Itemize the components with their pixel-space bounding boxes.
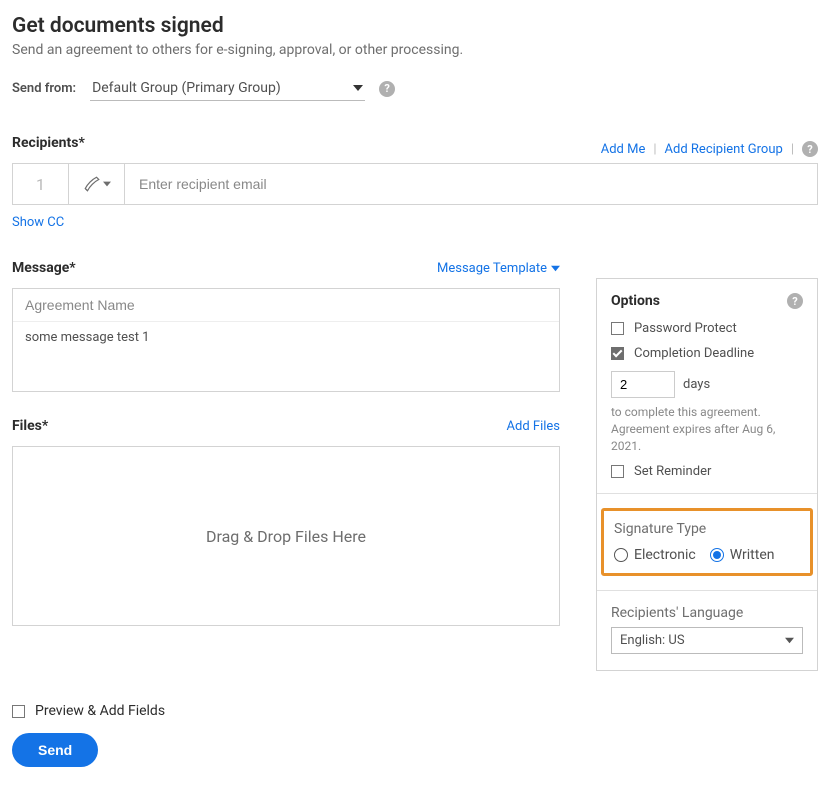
show-cc-link[interactable]: Show CC bbox=[12, 215, 818, 230]
options-panel: Options ? Password Protect Completion De… bbox=[596, 278, 818, 671]
days-label: days bbox=[683, 377, 710, 392]
preview-add-fields-label: Preview & Add Fields bbox=[35, 703, 165, 719]
radio-icon bbox=[710, 548, 724, 562]
send-from-select[interactable]: Default Group (Primary Group) bbox=[90, 76, 365, 101]
signature-type-heading: Signature Type bbox=[614, 521, 800, 537]
completion-deadline-checkbox[interactable] bbox=[611, 347, 624, 360]
language-value: English: US bbox=[620, 633, 685, 648]
deadline-days-input[interactable] bbox=[611, 371, 675, 398]
recipient-row: 1 bbox=[12, 163, 818, 205]
files-label: Files* bbox=[12, 418, 48, 434]
chevron-down-icon bbox=[785, 636, 794, 645]
recipients-label: Recipients* bbox=[12, 135, 85, 151]
language-select[interactable]: English: US bbox=[611, 627, 803, 654]
chevron-down-icon bbox=[103, 180, 111, 188]
signature-electronic-label: Electronic bbox=[634, 547, 696, 563]
deadline-detail-1: to complete this agreement. bbox=[611, 404, 803, 421]
dropzone-text: Drag & Drop Files Here bbox=[206, 527, 366, 546]
add-files-link[interactable]: Add Files bbox=[507, 419, 560, 434]
chevron-down-icon bbox=[551, 264, 560, 273]
send-from-label: Send from: bbox=[12, 81, 76, 96]
password-protect-label: Password Protect bbox=[634, 321, 737, 336]
recipient-email-input[interactable] bbox=[125, 164, 817, 204]
recipient-number: 1 bbox=[13, 164, 69, 204]
password-protect-checkbox[interactable] bbox=[611, 322, 624, 335]
set-reminder-checkbox[interactable] bbox=[611, 465, 624, 478]
signature-type-highlight: Signature Type Electronic Written bbox=[601, 508, 813, 576]
divider: | bbox=[653, 142, 656, 157]
message-template-link[interactable]: Message Template bbox=[437, 261, 560, 276]
recipient-role-select[interactable] bbox=[69, 164, 125, 204]
page-subtitle: Send an agreement to others for e-signin… bbox=[12, 42, 818, 58]
help-icon[interactable]: ? bbox=[379, 81, 395, 97]
preview-add-fields-checkbox[interactable] bbox=[12, 705, 25, 718]
message-body-input[interactable] bbox=[13, 322, 559, 382]
add-recipient-group-link[interactable]: Add Recipient Group bbox=[665, 142, 783, 157]
radio-icon bbox=[614, 548, 628, 562]
deadline-detail-2: Agreement expires after Aug 6, 2021. bbox=[611, 421, 803, 455]
set-reminder-label: Set Reminder bbox=[634, 464, 711, 479]
help-icon[interactable]: ? bbox=[787, 293, 803, 309]
send-from-value: Default Group (Primary Group) bbox=[92, 80, 281, 96]
send-button[interactable]: Send bbox=[12, 733, 98, 767]
divider: | bbox=[791, 142, 794, 157]
message-label: Message* bbox=[12, 260, 76, 276]
language-heading: Recipients' Language bbox=[611, 605, 803, 621]
signature-electronic-option[interactable]: Electronic bbox=[614, 547, 696, 563]
agreement-name-input[interactable] bbox=[13, 289, 559, 322]
add-me-link[interactable]: Add Me bbox=[601, 142, 646, 157]
completion-deadline-label: Completion Deadline bbox=[634, 346, 754, 361]
files-dropzone[interactable]: Drag & Drop Files Here bbox=[12, 446, 560, 626]
options-heading: Options bbox=[611, 293, 660, 309]
help-icon[interactable]: ? bbox=[802, 141, 818, 157]
signature-written-label: Written bbox=[730, 547, 775, 563]
pen-icon bbox=[83, 175, 101, 193]
message-box bbox=[12, 288, 560, 392]
caret-down-icon bbox=[353, 83, 363, 93]
page-title: Get documents signed bbox=[12, 14, 818, 38]
signature-written-option[interactable]: Written bbox=[710, 547, 775, 563]
